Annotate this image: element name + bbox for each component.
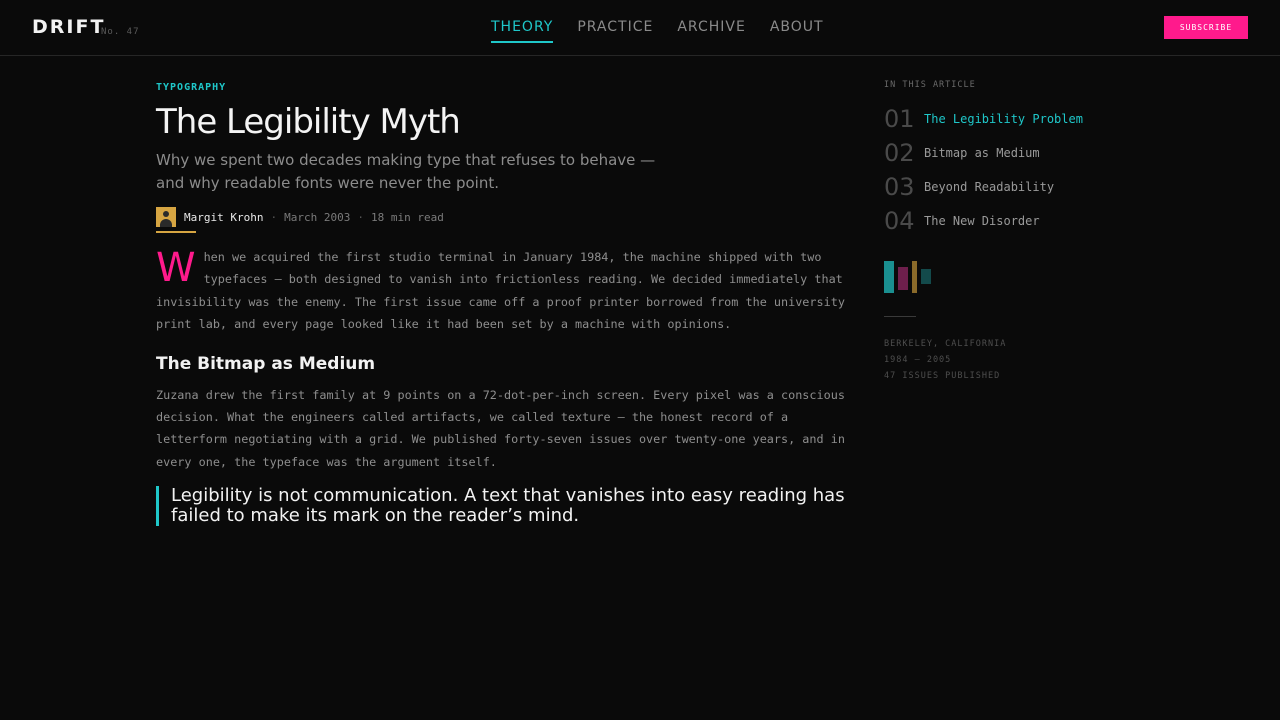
nav-about[interactable]: ABOUT bbox=[770, 19, 824, 43]
toc-item-legibility-problem[interactable]: 01 The Legibility Problem bbox=[884, 102, 1184, 136]
nav-practice[interactable]: PRACTICE bbox=[577, 19, 653, 43]
toc-item-new-disorder[interactable]: 04 The New Disorder bbox=[884, 204, 1184, 238]
toc-number: 04 bbox=[884, 207, 915, 235]
toc-label: Bitmap as Medium bbox=[924, 146, 1040, 160]
sidebar: IN THIS ARTICLE 01 The Legibility Proble… bbox=[884, 80, 1184, 384]
swatch-gold bbox=[912, 261, 917, 293]
top-bar: DRIFT No. 47 THEORY PRACTICE ARCHIVE ABO… bbox=[0, 0, 1280, 56]
body-paragraph: Zuzana drew the first family at 9 points… bbox=[156, 387, 845, 469]
byline-divider bbox=[156, 231, 196, 233]
toc-number: 02 bbox=[884, 139, 915, 167]
colophon-years: 1984 — 2005 bbox=[884, 355, 952, 365]
main-nav: THEORY PRACTICE ARCHIVE ABOUT bbox=[491, 19, 824, 43]
logo[interactable]: DRIFT bbox=[32, 16, 105, 38]
issue-number: No. 47 bbox=[101, 27, 140, 37]
separator-dot: · bbox=[270, 210, 278, 224]
toc-heading: IN THIS ARTICLE bbox=[884, 80, 976, 90]
section-heading: The Bitmap as Medium bbox=[156, 353, 376, 374]
publish-date: March 2003 bbox=[284, 210, 351, 224]
intro-paragraph-text: hen we acquired the first studio termina… bbox=[156, 250, 845, 332]
toc-item-bitmap-as-medium[interactable]: 02 Bitmap as Medium bbox=[884, 136, 1184, 170]
article-subtitle: Why we spent two decades making type tha… bbox=[156, 151, 656, 192]
byline: Margit Krohn · March 2003 · 18 min read bbox=[156, 207, 846, 227]
colophon-location: BERKELEY, CALIFORNIA bbox=[884, 339, 1007, 349]
color-swatches bbox=[884, 258, 1184, 293]
toc-label: The New Disorder bbox=[924, 214, 1040, 228]
pull-quote: Legibility is not communication. A text … bbox=[156, 486, 846, 527]
toc-number: 03 bbox=[884, 173, 915, 201]
article: TYPOGRAPHY The Legibility Myth Why we sp… bbox=[156, 80, 846, 527]
toc-item-beyond-readability[interactable]: 03 Beyond Readability bbox=[884, 170, 1184, 204]
toc-number: 01 bbox=[884, 105, 915, 133]
swatch-magenta bbox=[898, 267, 908, 290]
swatch-dark-teal bbox=[921, 269, 931, 284]
colophon: BERKELEY, CALIFORNIA 1984 — 2005 47 ISSU… bbox=[884, 336, 1184, 384]
swatch-teal bbox=[884, 261, 894, 293]
toc-label: The Legibility Problem bbox=[924, 112, 1083, 126]
toc-label: Beyond Readability bbox=[924, 180, 1055, 194]
separator-dot: · bbox=[357, 210, 364, 224]
read-time: 18 min read bbox=[370, 210, 444, 224]
subscribe-button[interactable]: SUBSCRIBE bbox=[1164, 16, 1248, 39]
drop-cap: W bbox=[156, 245, 196, 291]
nav-archive[interactable]: ARCHIVE bbox=[677, 19, 745, 43]
article-category[interactable]: TYPOGRAPHY bbox=[156, 82, 846, 93]
intro-paragraph: When we acquired the first studio termin… bbox=[156, 246, 846, 336]
article-title: The Legibility Myth bbox=[156, 102, 461, 142]
colophon-issues: 47 ISSUES PUBLISHED bbox=[884, 371, 1001, 381]
author-avatar-icon bbox=[156, 207, 176, 227]
nav-theory[interactable]: THEORY bbox=[491, 19, 554, 43]
table-of-contents: 01 The Legibility Problem 02 Bitmap as M… bbox=[884, 102, 1184, 238]
author-name[interactable]: Margit Krohn bbox=[184, 211, 263, 224]
colophon-divider bbox=[884, 316, 916, 317]
